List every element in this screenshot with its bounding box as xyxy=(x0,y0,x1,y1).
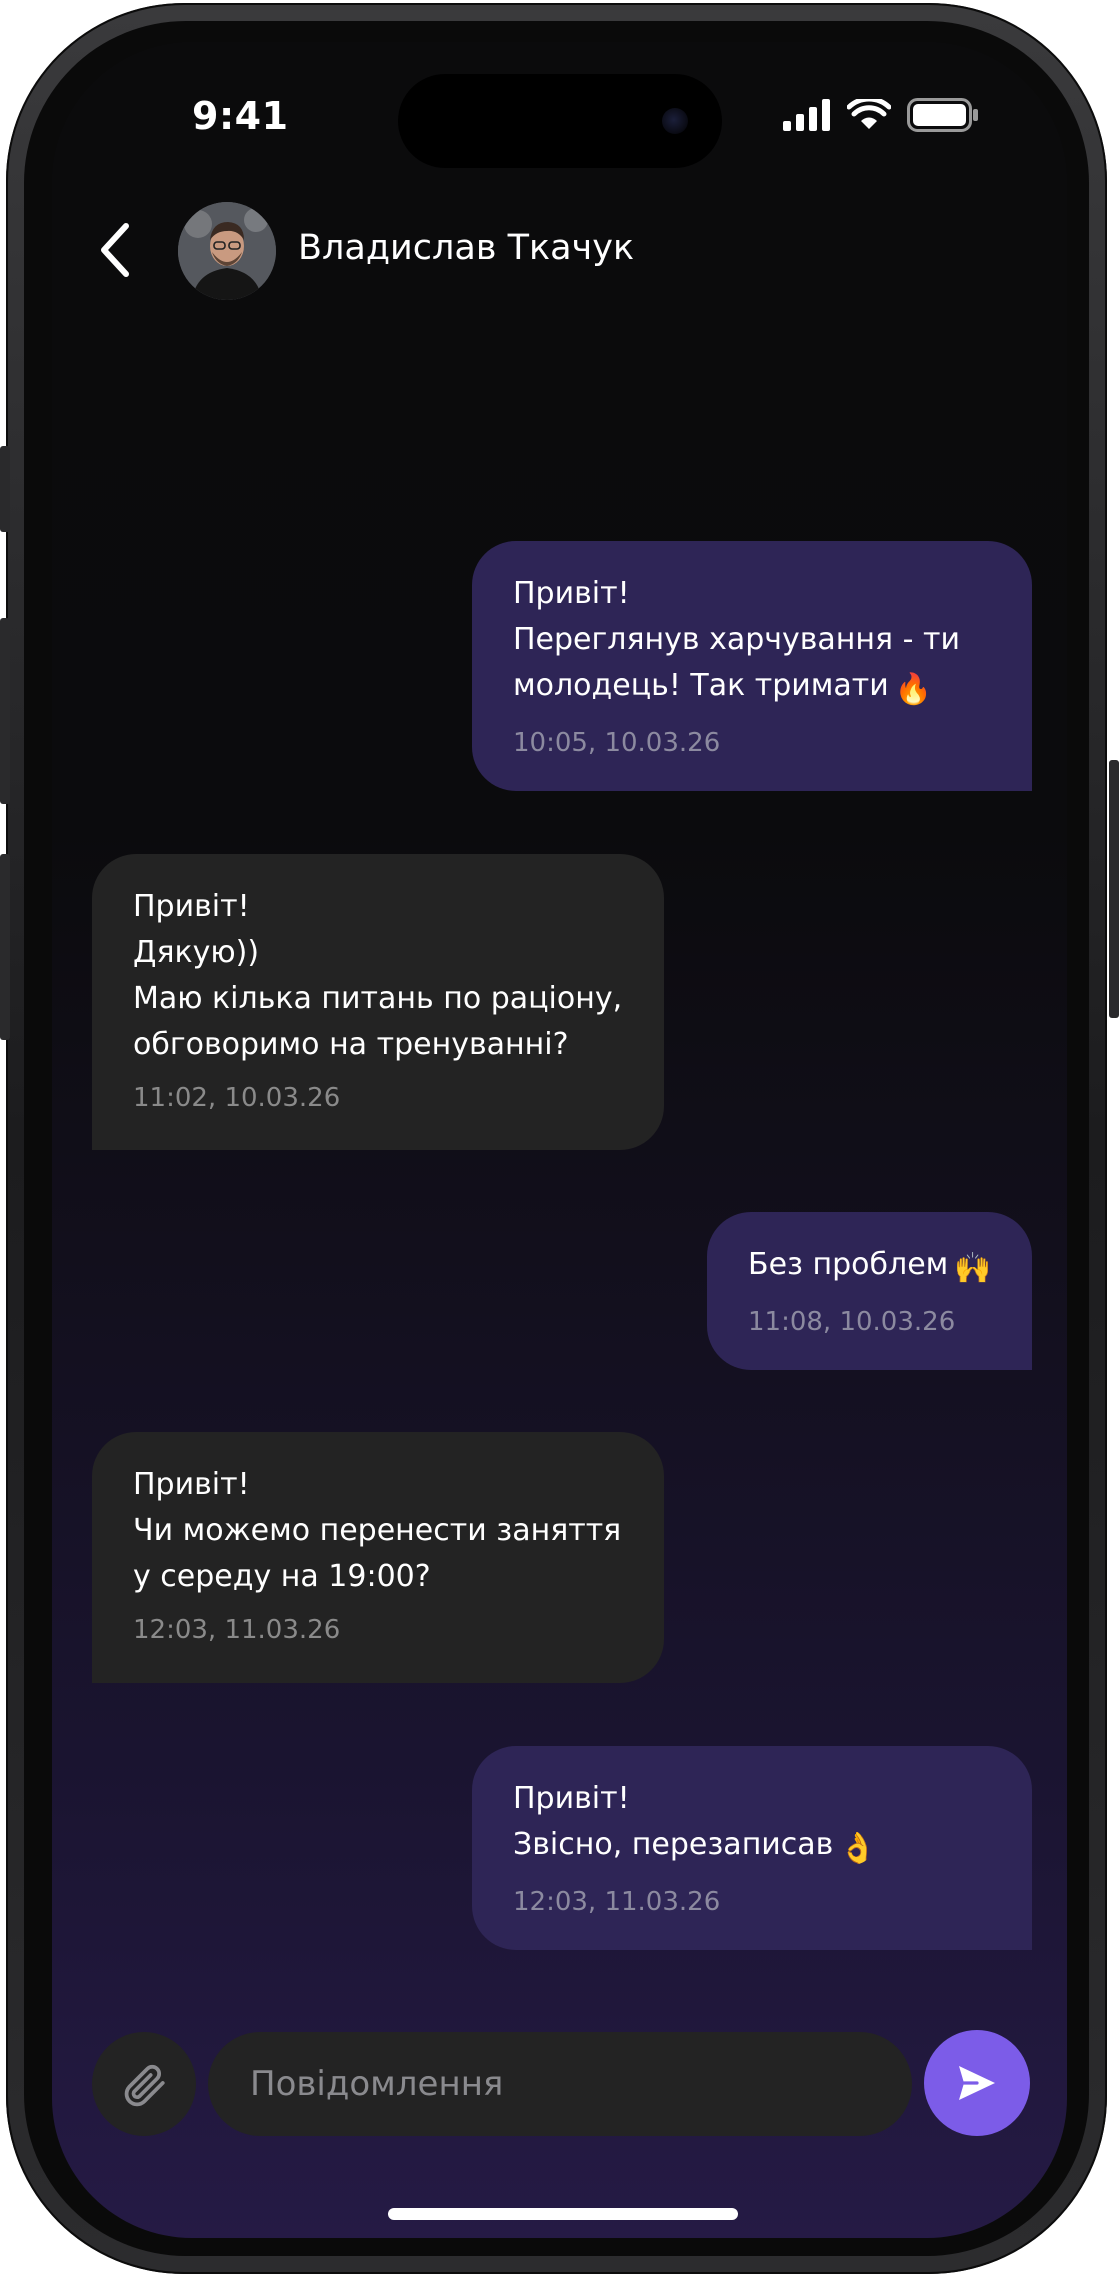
cellular-signal-icon xyxy=(783,99,830,131)
message-text: Чи можемо перенести заняття xyxy=(133,1513,622,1548)
page: 9:41 Владислав Ткачук Привіт! Переглянув… xyxy=(0,0,1119,2280)
side-button-power xyxy=(1109,760,1119,1018)
message-text: обговоримо на тренуванні? xyxy=(133,1027,569,1062)
avatar[interactable] xyxy=(178,202,276,300)
send-button[interactable] xyxy=(924,2030,1030,2136)
raising-hands-emoji-icon: 🙌 xyxy=(954,1251,992,1286)
message-text: Привіт! xyxy=(133,1467,250,1502)
message-timestamp: 12:03, 11.03.26 xyxy=(513,1887,721,1917)
battery-icon xyxy=(907,98,978,132)
status-icons xyxy=(783,98,979,132)
message-text: Привіт! xyxy=(133,889,250,924)
side-button-volume-up xyxy=(0,618,10,804)
home-indicator[interactable] xyxy=(388,2208,738,2220)
avatar-photo xyxy=(178,202,276,300)
attach-button[interactable] xyxy=(92,2032,196,2136)
message-bubble-outgoing[interactable]: Без проблем 🙌 11:08, 10.03.26 xyxy=(707,1212,1032,1370)
message-bubble-outgoing[interactable]: Привіт! Звісно, перезаписав 👌 12:03, 11.0… xyxy=(472,1746,1032,1950)
message-timestamp: 11:02, 10.03.26 xyxy=(133,1083,341,1113)
message-text: Маю кілька питань по раціону, xyxy=(133,981,623,1016)
message-bubble-outgoing[interactable]: Привіт! Переглянув харчування - ти молод… xyxy=(472,541,1032,791)
paperclip-icon xyxy=(124,2064,165,2107)
contact-name: Владислав Ткачук xyxy=(298,228,635,268)
message-text: Дякую)) xyxy=(133,935,260,970)
status-time: 9:41 xyxy=(192,94,289,138)
message-text: Привіт! xyxy=(513,576,630,611)
message-line: молодець! Так тримати 🔥 xyxy=(513,663,992,713)
ok-hand-emoji-icon: 👌 xyxy=(839,1831,877,1866)
message-bubble-incoming[interactable]: Привіт! Чи можемо перенести заняття у се… xyxy=(92,1432,664,1683)
message-line: Без проблем 🙌 xyxy=(748,1242,992,1292)
fire-emoji-icon: 🔥 xyxy=(894,672,933,707)
message-bubble-incoming[interactable]: Привіт! Дякую)) Маю кілька питань по рац… xyxy=(92,854,664,1150)
front-camera xyxy=(662,108,688,134)
side-button-silent xyxy=(0,446,10,532)
message-text: Привіт! xyxy=(513,1781,630,1816)
message-timestamp: 12:03, 11.03.26 xyxy=(133,1615,341,1645)
message-text: у середу на 19:00? xyxy=(133,1559,431,1594)
message-input[interactable] xyxy=(208,2032,912,2136)
dynamic-island xyxy=(398,74,722,168)
send-icon xyxy=(959,2066,995,2100)
message-text: Переглянув харчування - ти xyxy=(513,622,960,657)
message-timestamp: 11:08, 10.03.26 xyxy=(748,1307,956,1337)
chat-screen: 9:41 Владислав Ткачук Привіт! Переглянув… xyxy=(52,42,1067,2238)
side-button-volume-down xyxy=(0,854,10,1040)
message-text: Звісно, перезаписав xyxy=(513,1827,834,1862)
message-text: Без проблем xyxy=(748,1247,949,1282)
message-timestamp: 10:05, 10.03.26 xyxy=(513,728,721,758)
wifi-icon xyxy=(847,99,891,129)
message-line: Звісно, перезаписав 👌 xyxy=(513,1822,992,1872)
back-button[interactable] xyxy=(86,222,142,278)
message-text: молодець! Так тримати xyxy=(513,668,889,703)
chevron-left-icon xyxy=(101,223,129,277)
